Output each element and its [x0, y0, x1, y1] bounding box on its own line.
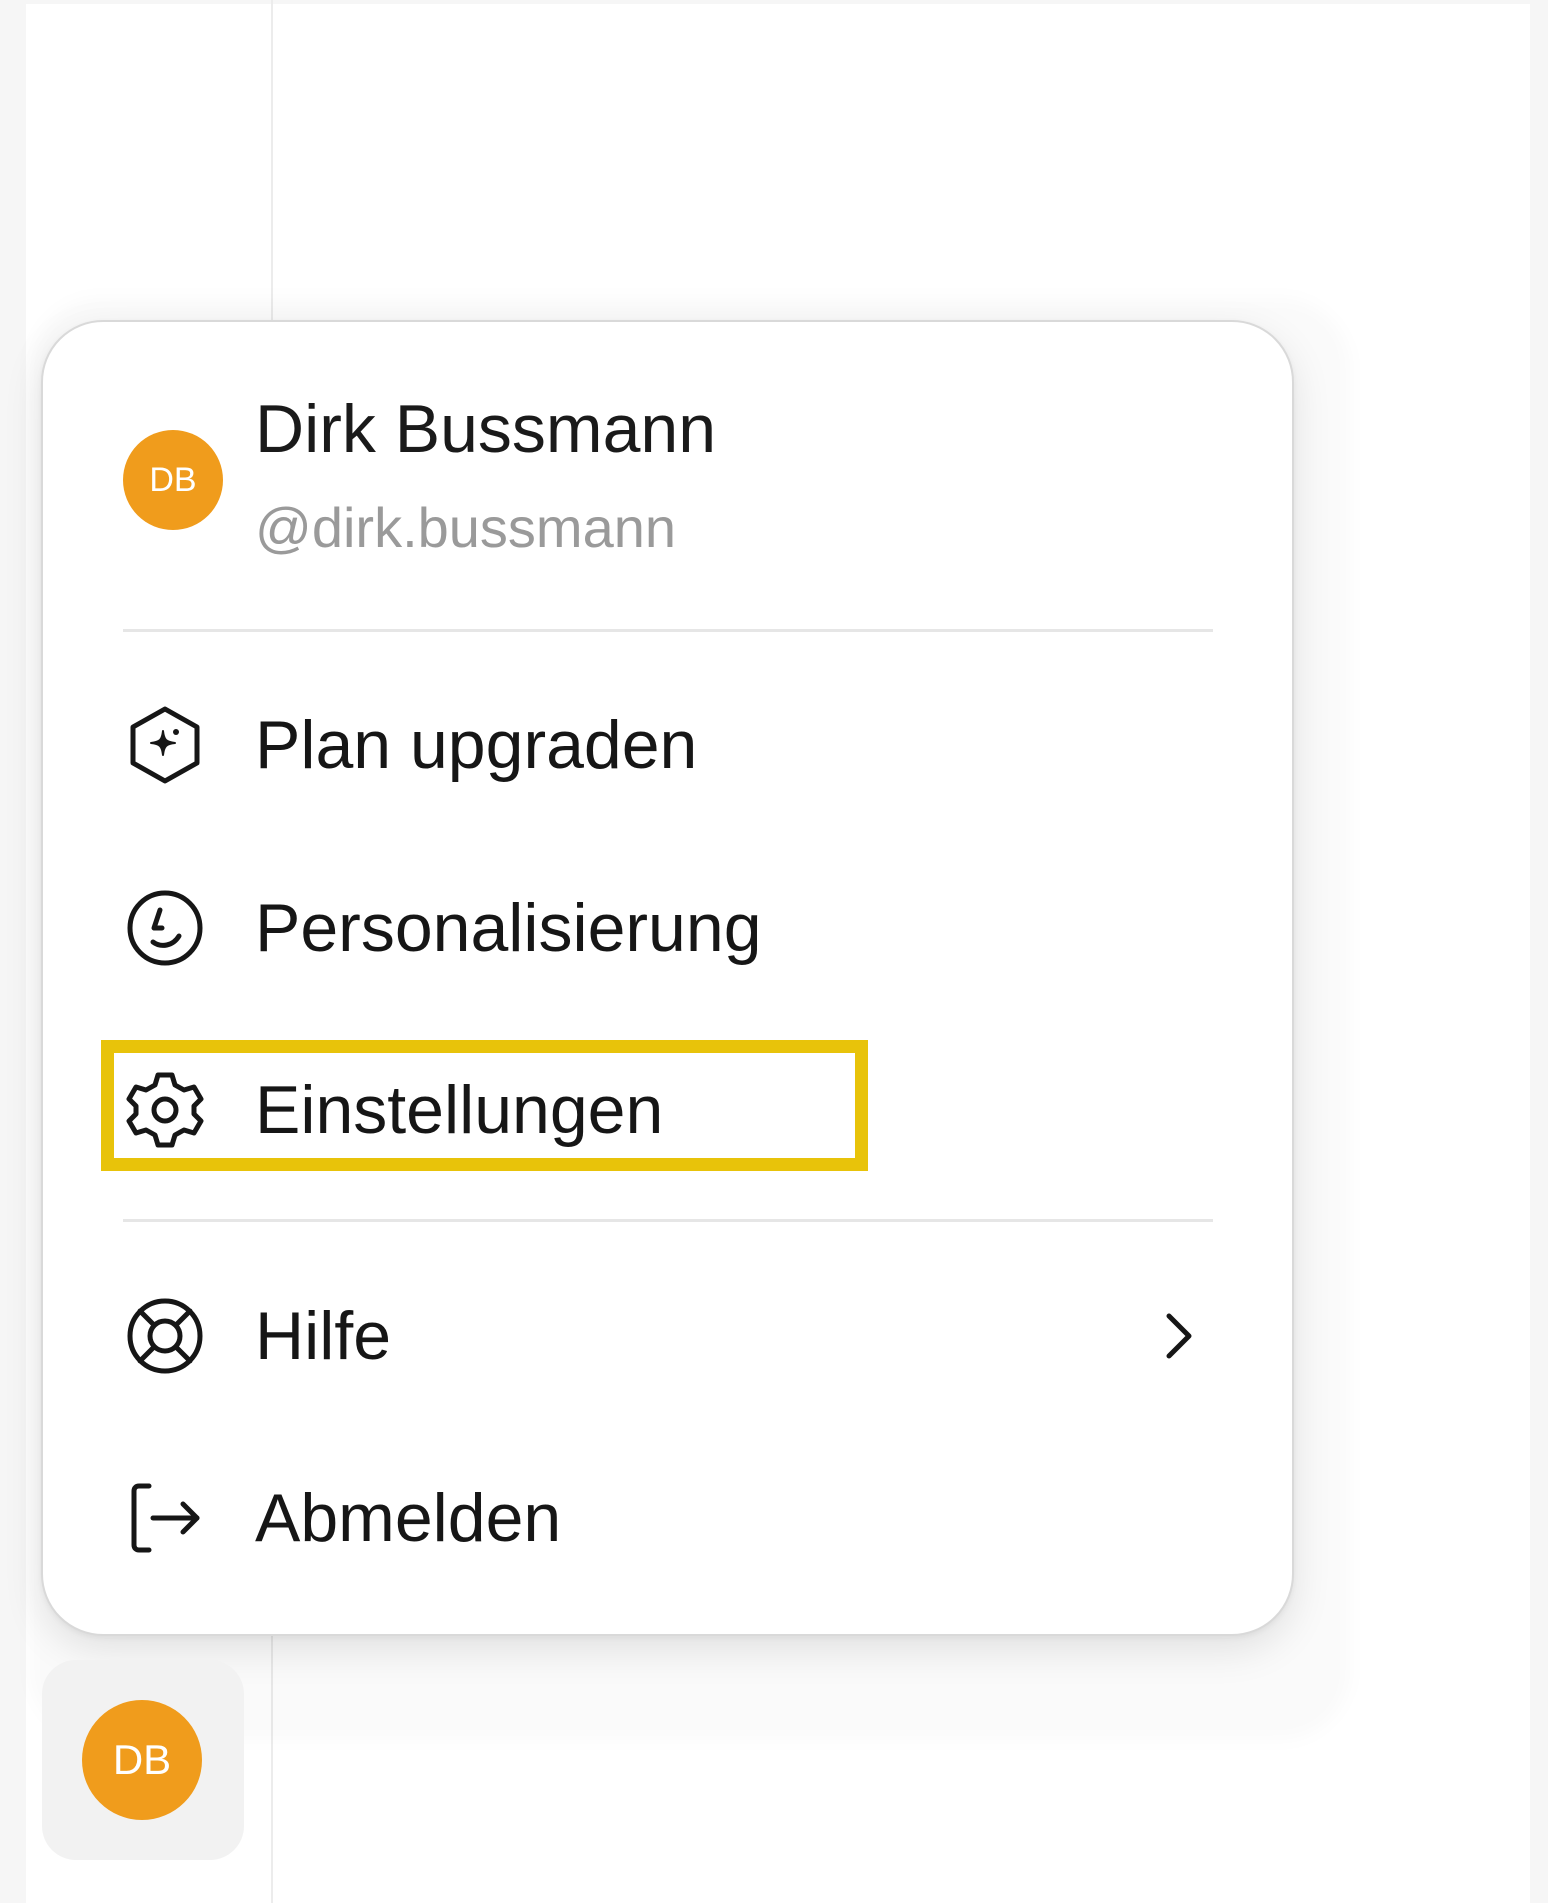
menu-item-hilfe[interactable]: Hilfe: [123, 1281, 1213, 1391]
menu-separator: [123, 629, 1213, 632]
menu-separator: [123, 1219, 1213, 1222]
top-margin: [0, 0, 1548, 4]
user-name: Dirk Bussmann: [255, 391, 717, 467]
user-handle: @dirk.bussmann: [255, 496, 677, 559]
menu-item-label: Einstellungen: [255, 1072, 664, 1148]
menu-item-abmelden[interactable]: Abmelden: [123, 1463, 1213, 1573]
menu-item-personalisierung[interactable]: Personalisierung: [123, 873, 1213, 983]
sparkle-hexagon-icon: [123, 703, 207, 787]
gear-icon: [123, 1068, 207, 1152]
page: DB Dirk Bussmann @dirk.bussmann Plan upg…: [0, 0, 1548, 1903]
menu-item-label: Personalisierung: [255, 890, 762, 966]
right-margin: [1530, 0, 1548, 1903]
menu-avatar: DB: [123, 430, 223, 530]
left-margin: [0, 0, 26, 1903]
menu-item-label: Hilfe: [255, 1298, 392, 1374]
account-avatar[interactable]: DB: [82, 1700, 202, 1820]
menu-item-plan-upgraden[interactable]: Plan upgraden: [123, 690, 1213, 800]
menu-item-label: Abmelden: [255, 1480, 562, 1556]
menu-item-label: Plan upgraden: [255, 707, 698, 783]
menu-item-einstellungen[interactable]: Einstellungen: [123, 1055, 1213, 1165]
smiley-circle-icon: [123, 886, 207, 970]
logout-icon: [123, 1476, 207, 1560]
chevron-right-icon: [1153, 1306, 1203, 1366]
lifebuoy-icon: [123, 1294, 207, 1378]
